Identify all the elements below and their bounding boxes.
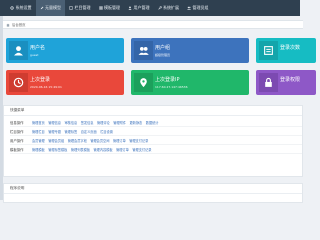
nav-label: 系统扩展 xyxy=(163,5,179,10)
quick-menu-link[interactable]: 管理会员空间 xyxy=(90,138,109,143)
nav-label: 系统设置 xyxy=(15,5,32,10)
nav-label: 管理员组 xyxy=(192,5,209,10)
quick-menu-link[interactable]: 管理模板 xyxy=(32,147,45,152)
panel-title: 程序说明 xyxy=(4,184,302,194)
panel-title: 快捷菜单 xyxy=(4,106,302,116)
card-label: 上次登录 xyxy=(30,77,51,83)
card-label: 用户名 xyxy=(30,45,46,51)
quick-menu-link[interactable]: 签发信息 xyxy=(81,120,94,125)
gear-icon xyxy=(10,6,14,10)
card-username: 用户名 guest xyxy=(6,38,124,63)
nav-item-admin-groups[interactable]: 管理员组 xyxy=(183,0,213,16)
quick-menu-link[interactable]: 数据统计 xyxy=(146,120,159,125)
quick-menu-link[interactable]: 管理附件 xyxy=(113,120,126,125)
quick-menu-category: 模板操作 xyxy=(10,148,24,152)
list-icon xyxy=(259,41,278,60)
user-icon xyxy=(9,41,28,60)
quick-menu-row: 栏目操作 管理栏目 管理专题 管理标签 自定义页面 栏目设置 xyxy=(10,128,302,136)
card-value: guest xyxy=(30,53,39,57)
card-last-login: 上次登录 2020-06-16 15:49:01 xyxy=(6,70,124,95)
system-info-panel: 程序说明 xyxy=(3,183,303,203)
quick-menu-category: 用户操作 xyxy=(10,139,24,143)
nav-label: 模板管理 xyxy=(104,5,120,10)
card-label: 登录权限 xyxy=(280,77,301,83)
quick-menu-link[interactable]: 管理列表模板 xyxy=(71,147,90,152)
quick-menu-link[interactable]: 管理标签 xyxy=(65,129,78,134)
quick-menu-link[interactable]: 管理支付记录 xyxy=(132,147,151,152)
quick-menu-link[interactable]: 管理专题 xyxy=(48,129,61,134)
card-login-permission: 登录权限 xyxy=(256,70,316,95)
nav-item-extensions[interactable]: 系统扩展 xyxy=(154,0,184,16)
grid-icon xyxy=(98,6,103,10)
quick-menu-link[interactable]: 更新静态 xyxy=(130,120,143,125)
quick-menu-link[interactable]: 管理栏目 xyxy=(32,129,45,134)
user-icon xyxy=(128,6,132,10)
quick-menu-link[interactable]: 管理订单 xyxy=(113,138,126,143)
quick-menu-row: 信息操作 管理首页 管理信息 审核信息 签发信息 管理评论 管理附件 更新静态 数据统计 xyxy=(10,119,302,127)
quick-menu-link[interactable]: 管理会员组 xyxy=(48,138,64,143)
nav-item-model[interactable]: 无量模型 xyxy=(35,0,65,16)
wrench-icon xyxy=(157,6,162,10)
quick-menu-link[interactable]: 管理订单 xyxy=(116,147,129,152)
quick-menu-link[interactable]: 管理会员字段 xyxy=(68,138,87,143)
location-icon xyxy=(134,73,153,92)
card-label: 上次登录IP xyxy=(155,77,180,83)
card-label: 登录次数 xyxy=(280,45,301,51)
card-last-login-ip: 上次登录IP 117.60.27.147:46536 xyxy=(131,70,249,95)
quick-menu-row: 用户操作 会员管理 管理会员组 管理会员字段 管理会员空间 管理订单 管理支付记录 xyxy=(10,137,302,145)
card-login-count: 登录次数 xyxy=(256,38,316,63)
quick-menu-link[interactable]: 管理信息 xyxy=(48,120,61,125)
nav-item-users[interactable]: 用户管理 xyxy=(124,0,154,16)
card-user-group: 用户组 超级管理员 xyxy=(131,38,249,63)
quick-menu-link[interactable]: 管理内容模板 xyxy=(94,147,113,152)
card-value: 超级管理员 xyxy=(155,53,171,57)
quick-menu-link[interactable]: 栏目设置 xyxy=(100,129,113,134)
quick-menu-category: 信息操作 xyxy=(10,121,24,125)
quick-menu-link[interactable]: 管理支付记录 xyxy=(129,138,148,143)
lock-icon xyxy=(259,73,278,92)
nav-label: 无量模型 xyxy=(45,5,61,10)
home-icon xyxy=(6,23,10,27)
nav-label: 用户管理 xyxy=(133,5,150,10)
nav-item-templates[interactable]: 模板管理 xyxy=(95,0,125,16)
quick-menu-link[interactable]: 管理评论 xyxy=(97,120,110,125)
nav-item-columns[interactable]: 栏目管理 xyxy=(65,0,95,16)
nav-item-system-settings[interactable]: 系统设置 xyxy=(0,0,36,16)
quick-menu-panel: 快捷菜单 信息操作 管理首页 管理信息 审核信息 签发信息 管理评论 管理附件 更新静态 数据统… xyxy=(3,105,303,177)
top-navigation: 系统设置 无量模型 栏目管理 模板管理 用户管理 系统扩展 管理员组 xyxy=(0,0,300,16)
quick-menu-row: 模板操作 管理模板 管理标签模板 管理列表模板 管理内容模板 管理订单 管理支付记录 xyxy=(10,146,302,154)
quick-menu-link[interactable]: 自定义页面 xyxy=(81,129,97,134)
group-icon xyxy=(187,6,191,10)
nav-label: 栏目管理 xyxy=(74,5,91,10)
breadcrumb: 后台首页 xyxy=(3,20,303,29)
card-value: 2020-06-16 15:49:01 xyxy=(30,85,62,89)
clock-icon xyxy=(9,73,28,92)
quick-menu-category: 栏目操作 xyxy=(10,130,24,134)
breadcrumb-home-link[interactable]: 后台首页 xyxy=(12,22,26,27)
quick-menu-link[interactable]: 管理标签模板 xyxy=(48,147,67,152)
card-label: 用户组 xyxy=(155,45,171,51)
quick-menu-link[interactable]: 审核信息 xyxy=(65,120,78,125)
edit-icon xyxy=(40,6,44,10)
quick-menu-link[interactable]: 管理首页 xyxy=(32,120,45,125)
document-icon xyxy=(69,6,73,10)
quick-menu-link[interactable]: 会员管理 xyxy=(32,138,45,143)
card-value: 117.60.27.147:46536 xyxy=(155,85,188,89)
group-icon xyxy=(134,41,153,60)
